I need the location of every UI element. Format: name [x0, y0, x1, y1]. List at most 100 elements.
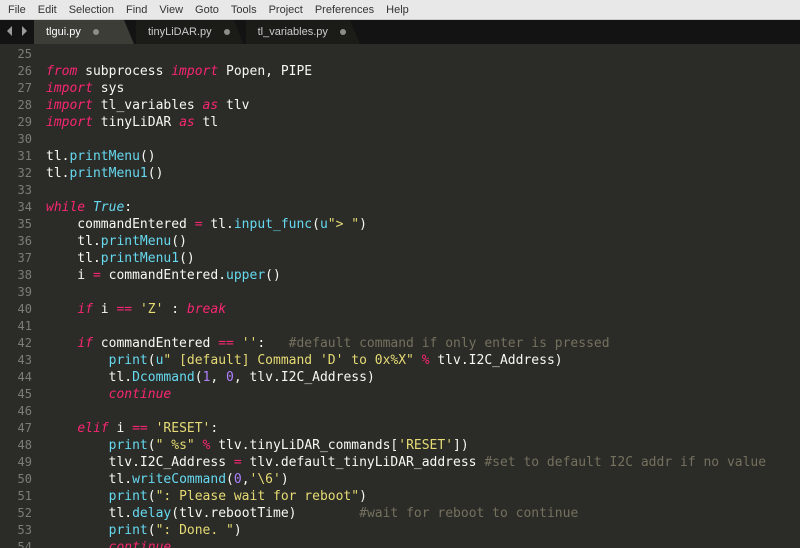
- tab-tinylidar-py[interactable]: tinyLiDAR.py: [136, 20, 244, 44]
- token-var: tinyLiDAR_commands: [250, 438, 391, 453]
- code-line[interactable]: if commandEntered == '': #default comman…: [46, 335, 800, 352]
- token-var: tlv: [46, 455, 132, 470]
- token-str: 'Z': [140, 302, 163, 317]
- token-pun: (: [148, 489, 156, 504]
- menu-file[interactable]: File: [2, 4, 32, 16]
- token-str: 'RESET': [398, 438, 453, 453]
- tab-tl_variables-py[interactable]: tl_variables.py: [246, 20, 360, 44]
- token-kw: if: [77, 302, 93, 317]
- token-pun: .: [93, 251, 101, 266]
- tab-tlgui-py[interactable]: tlgui.py: [34, 20, 134, 44]
- token-pun: .: [124, 506, 132, 521]
- code-line[interactable]: tl.printMenu(): [46, 233, 800, 250]
- token-str: ": Done. ": [156, 523, 234, 538]
- code-line[interactable]: if i == 'Z' : break: [46, 301, 800, 318]
- code-line[interactable]: import tinyLiDAR as tl: [46, 114, 800, 131]
- code-line[interactable]: commandEntered = tl.input_func(u"> "): [46, 216, 800, 233]
- code-line[interactable]: continue: [46, 539, 800, 548]
- menu-preferences[interactable]: Preferences: [309, 4, 380, 16]
- menu-find[interactable]: Find: [120, 4, 153, 16]
- code-line[interactable]: print(" %s" % tlv.tinyLiDAR_commands['RE…: [46, 437, 800, 454]
- token-op: =: [195, 217, 203, 232]
- menu-selection[interactable]: Selection: [63, 4, 120, 16]
- code-line[interactable]: tl.printMenu(): [46, 148, 800, 165]
- code-line[interactable]: print(": Done. "): [46, 522, 800, 539]
- token-fn: upper: [226, 268, 265, 283]
- token-var: I2C_Address: [281, 370, 367, 385]
- line-number: 43: [0, 352, 32, 369]
- token-fn: Dcommand: [132, 370, 195, 385]
- token-pun: ): [359, 489, 367, 504]
- token-var: tl: [46, 166, 62, 181]
- tab-label: tlgui.py: [46, 26, 81, 38]
- code-line[interactable]: [46, 131, 800, 148]
- code-line[interactable]: [46, 318, 800, 335]
- line-number: 46: [0, 403, 32, 420]
- token-var: PIPE: [281, 64, 312, 79]
- menu-help[interactable]: Help: [380, 4, 415, 16]
- code-line[interactable]: continue: [46, 386, 800, 403]
- token-kw: if: [77, 336, 93, 351]
- code-area[interactable]: from subprocess import Popen, PIPEimport…: [40, 44, 800, 548]
- dirty-indicator-icon: [340, 29, 346, 35]
- token-var: [46, 421, 77, 436]
- token-pun: (): [265, 268, 281, 283]
- menu-edit[interactable]: Edit: [32, 4, 63, 16]
- line-number: 31: [0, 148, 32, 165]
- tab-nav-right-icon[interactable]: [20, 23, 28, 41]
- token-pun: ): [289, 506, 297, 521]
- token-pun: (: [312, 217, 320, 232]
- line-number: 34: [0, 199, 32, 216]
- code-line[interactable]: [46, 403, 800, 420]
- menu-goto[interactable]: Goto: [189, 4, 225, 16]
- token-var: tl: [46, 472, 124, 487]
- token-var: [46, 489, 109, 504]
- line-number: 36: [0, 233, 32, 250]
- token-op: %: [422, 353, 430, 368]
- code-line[interactable]: tl.printMenu1(): [46, 250, 800, 267]
- token-var: tlv: [218, 98, 249, 113]
- code-line[interactable]: print(": Please wait for reboot"): [46, 488, 800, 505]
- token-pun: .: [226, 217, 234, 232]
- code-line[interactable]: [46, 284, 800, 301]
- token-op: =: [234, 455, 242, 470]
- line-number: 51: [0, 488, 32, 505]
- token-pun: .: [124, 370, 132, 385]
- menu-project[interactable]: Project: [263, 4, 309, 16]
- code-line[interactable]: i = commandEntered.upper(): [46, 267, 800, 284]
- tab-nav-left-icon[interactable]: [6, 23, 14, 41]
- token-kw: elif: [77, 421, 108, 436]
- menu-view[interactable]: View: [153, 4, 189, 16]
- token-var: tlv: [430, 353, 461, 368]
- token-fn: printMenu1: [69, 166, 147, 181]
- code-line[interactable]: tl.writeCommand(0,'\6'): [46, 471, 800, 488]
- code-line[interactable]: import sys: [46, 80, 800, 97]
- code-line[interactable]: tl.delay(tlv.rebootTime) #wait for reboo…: [46, 505, 800, 522]
- code-editor[interactable]: 2526272829303132333435363738394041424344…: [0, 44, 800, 548]
- code-line[interactable]: tlv.I2C_Address = tlv.default_tinyLiDAR_…: [46, 454, 800, 471]
- token-var: subprocess: [77, 64, 171, 79]
- line-number: 42: [0, 335, 32, 352]
- code-line[interactable]: tl.Dcommand(1, 0, tlv.I2C_Address): [46, 369, 800, 386]
- token-pun: :: [257, 336, 265, 351]
- token-fn: u: [320, 217, 328, 232]
- token-var: tl_variables: [93, 98, 203, 113]
- token-pun: (: [148, 438, 156, 453]
- token-var: [46, 387, 109, 402]
- code-line[interactable]: import tl_variables as tlv: [46, 97, 800, 114]
- code-line[interactable]: elif i == 'RESET':: [46, 420, 800, 437]
- token-pun: (): [140, 149, 156, 164]
- code-line[interactable]: tl.printMenu1(): [46, 165, 800, 182]
- code-line[interactable]: while True:: [46, 199, 800, 216]
- token-fn: print: [109, 489, 148, 504]
- code-line[interactable]: [46, 182, 800, 199]
- token-pun: .: [218, 268, 226, 283]
- code-line[interactable]: [46, 46, 800, 63]
- menu-tools[interactable]: Tools: [225, 4, 263, 16]
- token-fn: print: [109, 438, 148, 453]
- token-op: ==: [218, 336, 234, 351]
- token-fn: input_func: [234, 217, 312, 232]
- token-var: i: [93, 302, 116, 317]
- code-line[interactable]: from subprocess import Popen, PIPE: [46, 63, 800, 80]
- code-line[interactable]: print(u" [default] Command 'D' to 0x%X" …: [46, 352, 800, 369]
